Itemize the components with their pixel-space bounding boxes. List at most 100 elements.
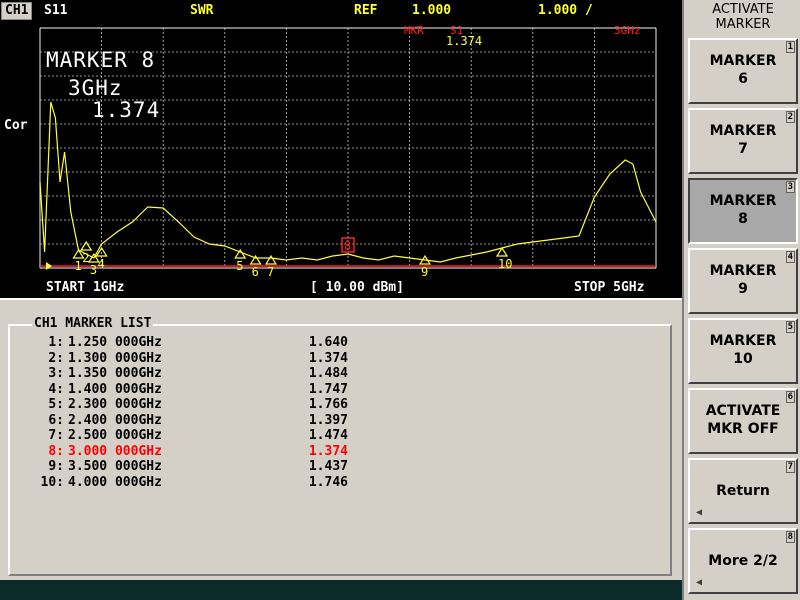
marker-tag-label: 1	[75, 259, 82, 273]
marker-list-row[interactable]: 6: 2.400 000GHz 1.397	[24, 413, 348, 429]
marker-index: 8:	[48, 443, 64, 459]
softkey-2[interactable]: 2 MARKER 7	[688, 108, 798, 174]
marker-frequency: 2.500 000GHz	[68, 428, 162, 443]
softkey-label-line2: 9	[738, 281, 748, 297]
softkey-title-line1: ACTIVATE	[712, 2, 774, 17]
softkey-3[interactable]: 3 MARKER 8	[688, 178, 798, 244]
marker-value: 1.474	[308, 428, 348, 443]
softkey-number: 8	[785, 531, 795, 543]
marker-list-row[interactable]: 1: 1.250 000GHz 1.640	[24, 335, 348, 351]
param-label: S11	[44, 3, 68, 18]
softkey-4[interactable]: 4 MARKER 9	[688, 248, 798, 314]
active-marker-name: MARKER 8	[46, 48, 156, 72]
marker-frequency: 1.300 000GHz	[68, 350, 162, 366]
marker-tag-label: 4	[98, 257, 105, 271]
marker-tag-label: 2	[82, 251, 89, 265]
ref-label: REF	[354, 3, 378, 18]
marker-tag-label: 10	[498, 257, 512, 271]
softkey-menu-title: ACTIVATE MARKER	[684, 2, 800, 32]
left-arrow-icon: ◀	[696, 577, 703, 588]
marker-tag-label: 5	[236, 259, 243, 273]
trace-display: 1 2 3 4 5 6 7 8 9 10 MKR S1 3GHz 1.374 Cor MARKER…	[0, 22, 682, 298]
start-freq[interactable]: START 1GHz	[46, 280, 124, 295]
scale-value: 1.000 /	[538, 3, 593, 18]
mkr-readout-value: 1.374	[446, 34, 482, 48]
marker-value: 1.484	[308, 366, 348, 381]
marker-value: 1.374	[308, 443, 348, 459]
marker-index: 4:	[48, 381, 64, 397]
softkey-8[interactable]: 8 More 2/2 ◀	[688, 528, 798, 594]
marker-list-row[interactable]: 2: 1.300 000GHz 1.374	[24, 351, 348, 367]
marker-tag-label: 3	[90, 263, 97, 277]
softkey-7[interactable]: 7 Return ◀	[688, 458, 798, 524]
softkey-label-line1: Return	[716, 483, 770, 499]
softkey-label-line1: MARKER	[709, 123, 777, 139]
marker-frequency: 1.250 000GHz	[68, 335, 162, 350]
softkey-label-line2: 10	[733, 351, 753, 367]
reference-arrow-icon	[46, 262, 52, 270]
softkey-5[interactable]: 5 MARKER 10	[688, 318, 798, 384]
marker-list-row[interactable]: 4: 1.400 000GHz 1.747	[24, 382, 348, 398]
marker-value: 1.747	[308, 381, 348, 397]
analyzer-screen: CH1 S11 SWR REF 1.000 1.000 / 1234 567 8 9 1…	[0, 0, 682, 600]
softkey-label-line2: 8	[738, 211, 748, 227]
softkey-number: 7	[785, 461, 795, 473]
format-label: SWR	[190, 3, 214, 18]
marker-index: 6:	[48, 412, 64, 428]
marker-frequency: 3.000 000GHz	[68, 443, 162, 459]
marker-index: 1:	[48, 335, 64, 350]
softkey-1[interactable]: 1 MARKER 6	[688, 38, 798, 104]
ref-value: 1.000	[412, 3, 452, 18]
marker-value: 1.397	[308, 412, 348, 428]
marker-list-row[interactable]: 8: 3.000 000GHz 1.374	[24, 444, 348, 460]
marker-tag-label: 7	[267, 265, 274, 279]
bottom-strip	[0, 580, 682, 600]
channel-badge[interactable]: CH1	[1, 2, 33, 20]
correction-label: Cor	[4, 118, 28, 133]
marker-list-panel: CH1 MARKER LIST 1: 1.250 000GHz 1.640 2: 1.3…	[0, 298, 682, 582]
marker-list-title: CH1 MARKER LIST	[32, 316, 154, 331]
marker-frequency: 3.500 000GHz	[68, 459, 162, 474]
marker-value: 1.640	[308, 335, 348, 350]
marker-triangle-icon[interactable]	[264, 254, 278, 265]
marker-index: 5:	[48, 397, 64, 412]
marker-value: 1.374	[308, 350, 348, 366]
marker-tag-label: 8	[344, 239, 351, 253]
marker-value: 1.437	[308, 459, 348, 474]
marker-frequency: 4.000 000GHz	[68, 474, 162, 490]
marker-index: 7:	[48, 428, 64, 443]
marker-tag-label: 6	[252, 265, 259, 279]
softkey-label-line1: MARKER	[709, 53, 777, 69]
marker-triangle-icon[interactable]	[80, 240, 93, 251]
marker-list-row[interactable]: 9: 3.500 000GHz 1.437	[24, 459, 348, 475]
softkey-title-line2: MARKER	[715, 17, 771, 32]
marker-frequency: 2.300 000GHz	[68, 397, 162, 412]
marker-value: 1.766	[308, 397, 348, 412]
header-bar: CH1 S11 SWR REF 1.000 1.000 /	[0, 0, 682, 22]
softkey-6[interactable]: 6 ACTIVATE MKR OFF	[688, 388, 798, 454]
marker-list-row[interactable]: 7: 2.500 000GHz 1.474	[24, 428, 348, 444]
softkey-label-line1: MARKER	[709, 263, 777, 279]
marker-index: 2:	[48, 350, 64, 366]
active-marker-value: 1.374	[92, 98, 161, 122]
marker-value: 1.746	[308, 474, 348, 490]
softkey-label-line2: MKR OFF	[707, 421, 779, 437]
marker-frequency: 2.400 000GHz	[68, 412, 162, 428]
marker-index: 3:	[48, 366, 64, 381]
softkey-label-line2: 7	[738, 141, 748, 157]
mkr-readout-label: MKR	[404, 24, 424, 37]
marker-list-row[interactable]: 5: 2.300 000GHz 1.766	[24, 397, 348, 413]
marker-list-row[interactable]: 3: 1.350 000GHz 1.484	[24, 366, 348, 382]
marker-index: 10:	[40, 474, 64, 490]
source-power[interactable]: [ 10.00 dBm]	[310, 280, 404, 295]
left-arrow-icon: ◀	[696, 507, 703, 518]
marker-index: 9:	[48, 459, 64, 474]
marker-frequency: 1.400 000GHz	[68, 381, 162, 397]
active-marker-freq: 3GHz	[68, 76, 123, 100]
stop-freq[interactable]: STOP 5GHz	[574, 280, 644, 295]
marker-list-row[interactable]: 10: 4.000 000GHz 1.746	[24, 475, 348, 491]
softkey-label-line1: ACTIVATE	[705, 403, 781, 419]
softkey-panel: ACTIVATE MARKER 1 MARKER 6 2 MARKER 7 3 MARKER 8…	[682, 0, 800, 600]
mkr-readout-freq: 3GHz	[614, 24, 641, 37]
softkey-label-line1: More 2/2	[708, 553, 778, 569]
